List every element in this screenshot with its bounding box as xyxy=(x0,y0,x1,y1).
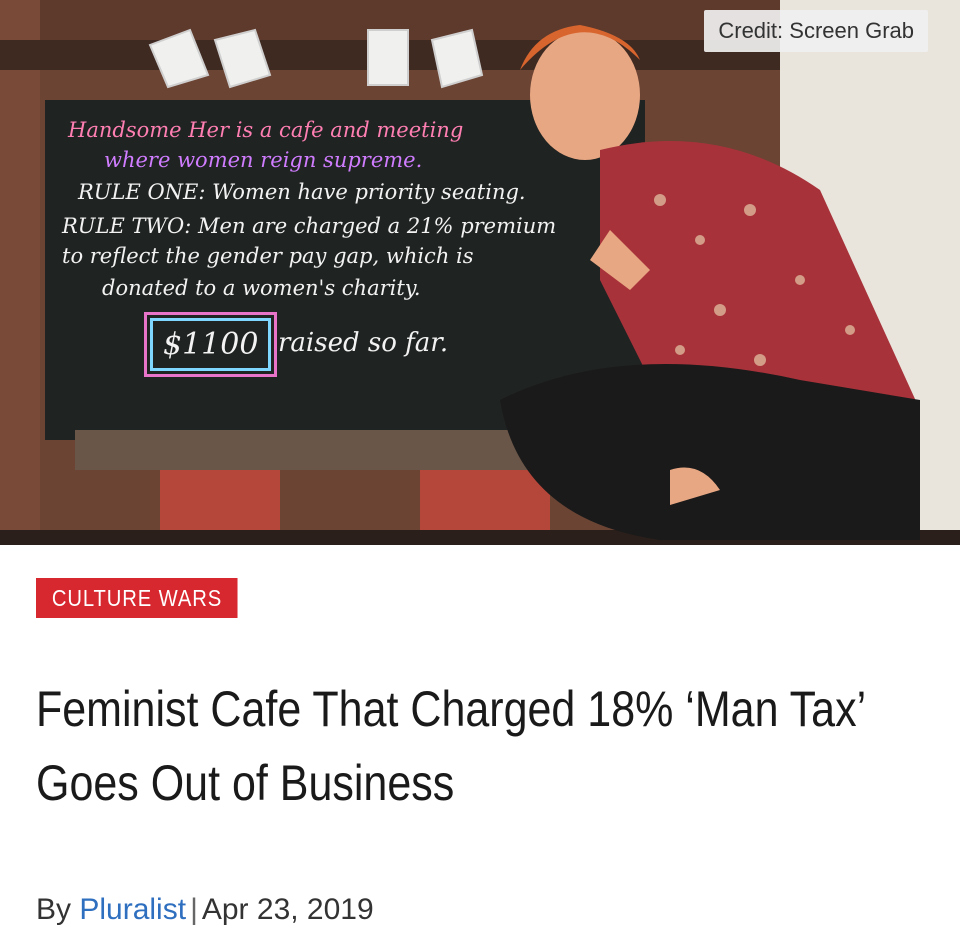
article-headline: Feminist Cafe That Charged 18% ‘Man Tax’… xyxy=(36,681,865,811)
chalkboard-line-1: Handsome Her is a cafe and meeting xyxy=(68,118,464,142)
chalkboard-line-4: RULE TWO: Men are charged a 21% premium xyxy=(62,214,557,238)
photo-credit: Credit: Screen Grab xyxy=(704,10,928,52)
chalkboard-line-2: where women reign supreme. xyxy=(104,148,423,172)
hero-photo-illustration xyxy=(0,0,960,545)
chalkboard-line-5: to reflect the gender pay gap, which is xyxy=(62,244,474,268)
author-link[interactable]: Pluralist xyxy=(79,893,186,926)
by-label: By xyxy=(36,893,72,926)
byline-separator: | xyxy=(190,893,198,926)
raised-amount-box: $1100 xyxy=(143,312,278,377)
category-tag[interactable]: CULTURE WARS xyxy=(36,578,238,618)
byline: By Pluralist | Apr 23, 2019 xyxy=(36,893,374,927)
chalkboard-line-6: donated to a women's charity. xyxy=(102,276,421,300)
publish-date: Apr 23, 2019 xyxy=(201,893,374,926)
raised-text: raised so far. xyxy=(278,328,449,358)
chalkboard-line-3: RULE ONE: Women have priority seating. xyxy=(78,180,526,204)
hero-image: Credit: Screen Grab Handsome Her is a ca… xyxy=(0,0,960,545)
